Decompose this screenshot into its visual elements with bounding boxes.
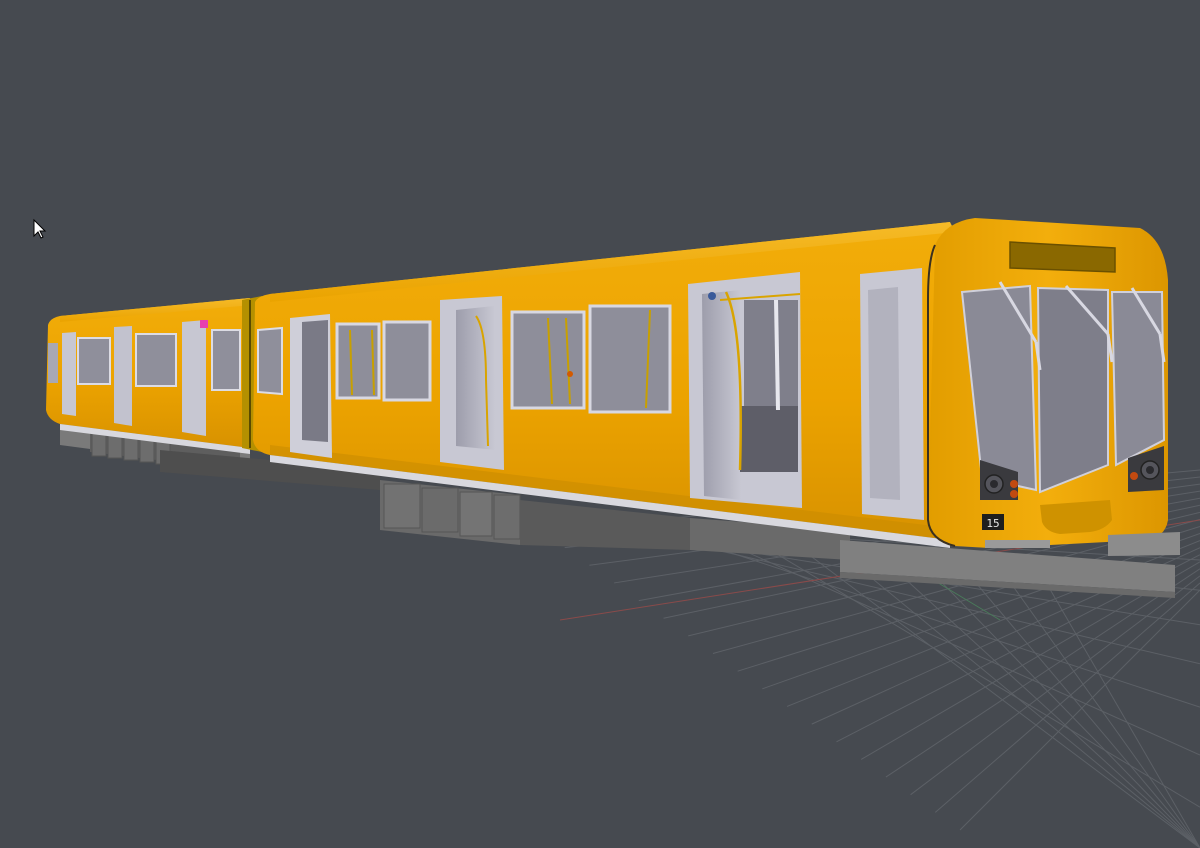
viewport-scene[interactable]: 15 bbox=[0, 0, 1200, 848]
grid-line bbox=[959, 563, 1200, 848]
front-cab[interactable]: 15 bbox=[927, 218, 1180, 556]
grid-line bbox=[885, 568, 1200, 778]
grid-line bbox=[959, 589, 1200, 831]
grid-line bbox=[879, 555, 1200, 848]
grid-line bbox=[910, 575, 1200, 796]
front-car[interactable] bbox=[253, 222, 955, 548]
arrow-cursor-icon bbox=[33, 218, 47, 239]
3d-viewport[interactable]: 15 bbox=[0, 0, 1200, 848]
grid-line bbox=[934, 582, 1200, 813]
unit-number: 15 bbox=[986, 517, 999, 530]
rear-car[interactable] bbox=[46, 298, 252, 454]
